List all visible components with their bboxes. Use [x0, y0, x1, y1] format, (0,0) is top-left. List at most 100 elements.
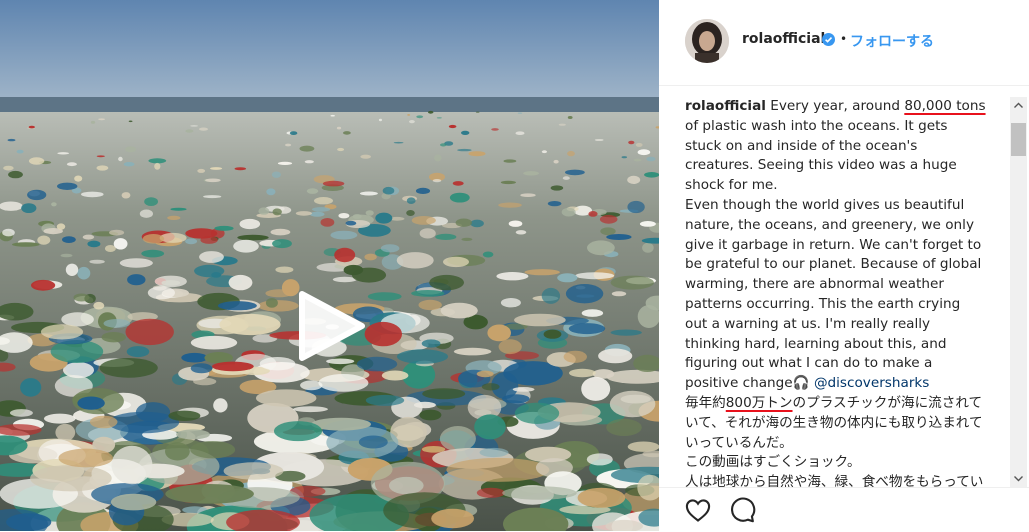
username-link[interactable]: rolaofficial — [742, 31, 825, 47]
debris-piece — [165, 484, 254, 504]
debris-piece — [265, 298, 278, 308]
debris-piece — [421, 446, 446, 453]
debris-piece — [127, 274, 146, 286]
caption-username[interactable]: rolaofficial — [685, 98, 766, 114]
debris-piece — [517, 112, 523, 114]
debris-piece — [28, 157, 45, 165]
play-button[interactable] — [296, 290, 368, 362]
debris-piece — [646, 156, 656, 162]
debris-piece — [428, 110, 434, 114]
caption-jp-line-2: この動画はすごくショック。 — [685, 454, 861, 471]
debris-piece — [274, 421, 322, 442]
heart-icon[interactable] — [684, 496, 712, 524]
debris-piece — [320, 218, 335, 227]
debris-piece — [436, 117, 442, 119]
debris-piece — [627, 175, 641, 184]
debris-piece — [550, 185, 564, 191]
debris-piece — [40, 324, 84, 340]
debris-piece — [421, 339, 441, 348]
mention-link[interactable]: @discoversharks — [814, 375, 929, 391]
debris-piece — [190, 335, 238, 350]
debris-piece — [468, 151, 486, 157]
debris-piece — [272, 239, 292, 249]
debris-piece — [397, 349, 448, 364]
caption-highlight-tons: 80,000 tons — [904, 98, 986, 114]
debris-piece — [508, 220, 523, 227]
debris-piece — [475, 111, 480, 113]
debris-piece — [200, 236, 218, 244]
debris-piece — [81, 191, 104, 198]
debris-piece — [256, 389, 317, 407]
scroll-down-arrow-icon[interactable] — [1010, 470, 1027, 487]
debris-piece — [381, 370, 409, 381]
debris-piece — [520, 193, 536, 197]
debris-piece — [2, 228, 15, 237]
post-actions — [659, 487, 1029, 532]
debris-piece — [491, 128, 499, 131]
debris-piece — [345, 220, 357, 226]
caption-jp-line-3: 人は地球から自然や海、緑、食べ物をもらっているのに — [685, 474, 984, 487]
debris-piece — [380, 244, 400, 253]
debris-piece — [406, 210, 415, 216]
debris-piece — [644, 172, 659, 178]
debris-piece — [470, 219, 484, 228]
comment-scrollbar[interactable] — [1010, 97, 1027, 487]
debris-piece — [304, 160, 314, 164]
debris-piece — [144, 197, 159, 207]
debris-piece — [367, 292, 402, 301]
debris-piece — [203, 195, 222, 199]
debris-piece — [541, 287, 561, 304]
debris-piece — [128, 120, 133, 123]
debris-piece — [223, 462, 284, 480]
scroll-up-arrow-icon[interactable] — [1010, 97, 1027, 114]
debris-piece — [628, 140, 635, 145]
debris-piece — [89, 415, 118, 429]
video-player[interactable] — [0, 0, 659, 531]
debris-piece — [439, 426, 476, 452]
debris-piece — [309, 211, 325, 217]
debris-piece — [637, 149, 651, 156]
debris-piece — [413, 401, 436, 409]
debris-piece — [194, 264, 225, 278]
debris-piece — [272, 208, 282, 216]
debris-piece — [563, 350, 587, 363]
debris-piece — [213, 398, 228, 413]
debris-piece — [482, 251, 494, 258]
post-sidebar: rolaofficial • フォローする rolaofficial Every… — [659, 0, 1029, 531]
debris-piece — [74, 175, 83, 182]
debris-piece — [212, 361, 254, 372]
debris-piece — [594, 139, 604, 141]
debris-piece — [498, 202, 522, 208]
debris-piece — [474, 414, 506, 440]
debris-piece — [257, 300, 299, 312]
play-icon — [299, 291, 365, 361]
debris-piece — [21, 203, 37, 214]
debris-piece — [419, 228, 436, 239]
follow-button[interactable]: フォローする — [850, 31, 934, 51]
debris-piece — [293, 406, 328, 413]
debris-piece — [569, 368, 596, 378]
debris-piece — [627, 441, 659, 452]
debris-piece — [609, 390, 656, 418]
debris-piece — [606, 234, 632, 240]
debris-piece — [197, 168, 206, 173]
debris-piece — [3, 165, 14, 171]
comment-bubble-icon[interactable] — [728, 496, 756, 524]
debris-piece — [557, 273, 578, 283]
debris-piece — [259, 357, 296, 371]
debris-piece — [312, 207, 331, 212]
debris-piece — [37, 235, 51, 245]
debris-piece — [453, 347, 492, 356]
debris-piece — [30, 279, 56, 291]
debris-piece — [270, 228, 291, 236]
debris-piece — [524, 269, 560, 276]
caption-text-2: of plastic wash into the oceans. It gets… — [685, 117, 957, 194]
avatar[interactable] — [685, 19, 729, 63]
debris-piece — [503, 159, 517, 163]
debris-piece — [635, 142, 643, 147]
caption-highlight-jp: 800万トン — [725, 394, 793, 411]
scrollbar-thumb[interactable] — [1011, 123, 1026, 156]
caption-text-1: Every year, around — [765, 98, 905, 114]
debris-piece — [111, 445, 153, 485]
debris-piece — [51, 202, 57, 207]
